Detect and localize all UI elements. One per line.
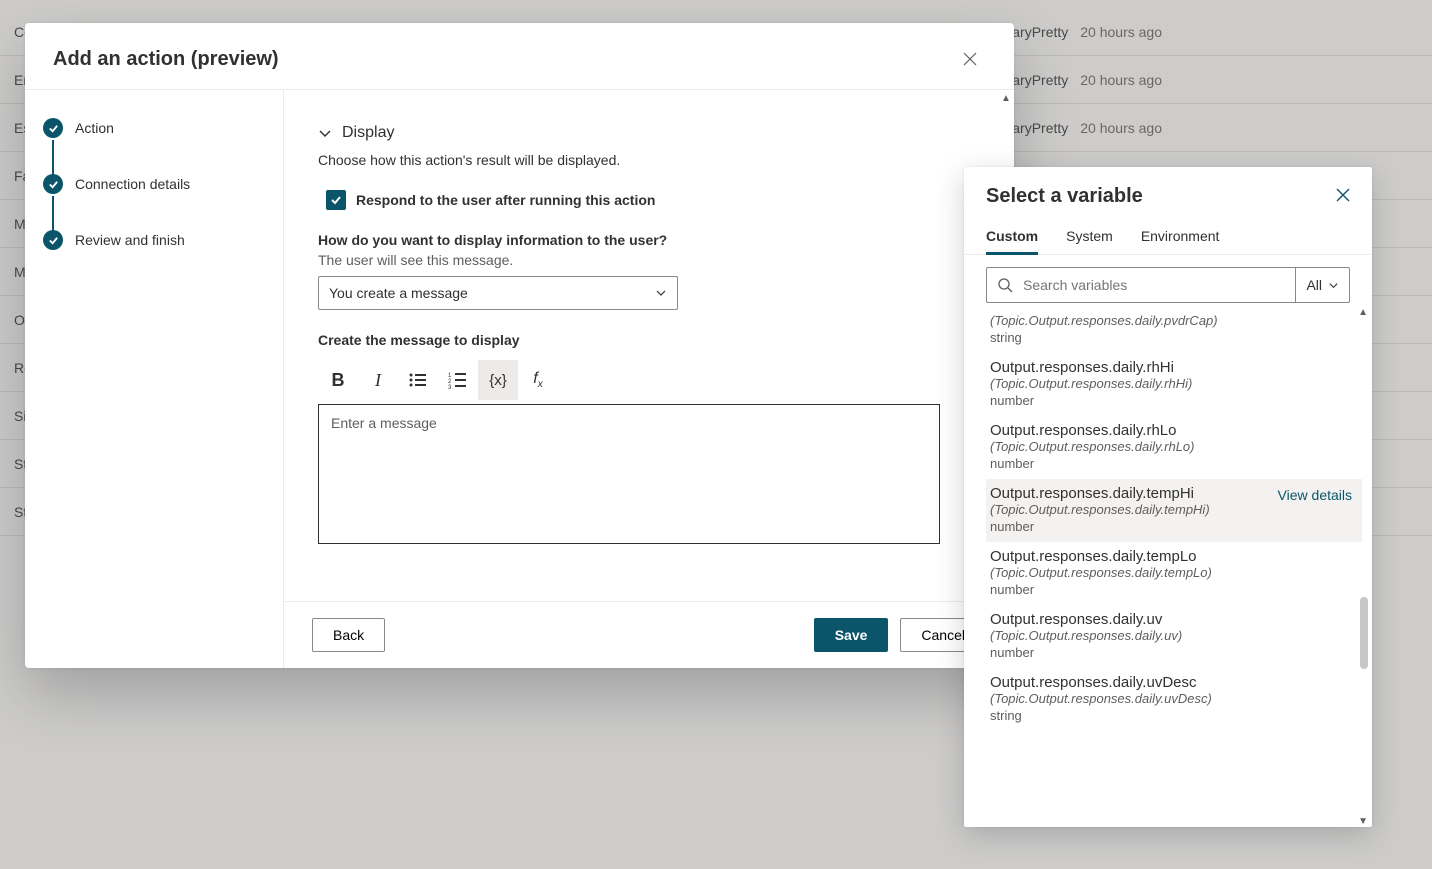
display-subtext: The user will see this message. bbox=[318, 252, 980, 268]
step-label: Review and finish bbox=[75, 232, 185, 248]
variable-name: Output.responses.daily.uvDesc bbox=[990, 674, 1358, 691]
variable-name: Output.responses.daily.tempHi bbox=[990, 485, 1278, 502]
variable-path: (Topic.Output.responses.daily.pvdrCap) bbox=[990, 313, 1358, 328]
variable-name: Output.responses.daily.tempLo bbox=[990, 548, 1358, 565]
svg-text:3: 3 bbox=[448, 385, 452, 390]
chevron-down-icon bbox=[655, 287, 667, 299]
back-button[interactable]: Back bbox=[312, 618, 385, 652]
view-details-link[interactable]: View details bbox=[1278, 485, 1358, 503]
add-action-modal: Add an action (preview) Action Connection… bbox=[25, 23, 1014, 668]
variable-type: string bbox=[990, 708, 1358, 723]
variable-name: Output.responses.daily.rhHi bbox=[990, 359, 1358, 376]
variable-search-row: All bbox=[964, 255, 1372, 303]
variable-path: (Topic.Output.responses.daily.rhHi) bbox=[990, 376, 1358, 391]
editor-placeholder: Enter a message bbox=[331, 415, 437, 431]
variable-panel-close[interactable] bbox=[1336, 188, 1350, 205]
variable-type: number bbox=[990, 582, 1358, 597]
variable-filter-label: All bbox=[1306, 277, 1322, 293]
variable-type: number bbox=[990, 645, 1358, 660]
formula-button[interactable]: fx bbox=[518, 360, 558, 400]
respond-checkbox[interactable] bbox=[326, 190, 346, 210]
step-complete-icon bbox=[43, 230, 63, 250]
variable-item[interactable]: Output.responses.daily.rhLo(Topic.Output… bbox=[986, 416, 1362, 479]
numbered-list-button[interactable]: 123 bbox=[438, 360, 478, 400]
variable-type: number bbox=[990, 456, 1358, 471]
variable-path: (Topic.Output.responses.daily.uvDesc) bbox=[990, 691, 1358, 706]
chevron-down-icon bbox=[1328, 280, 1339, 291]
message-editor[interactable]: Enter a message bbox=[318, 404, 940, 544]
step-complete-icon bbox=[43, 118, 63, 138]
variable-path: (Topic.Output.responses.daily.uv) bbox=[990, 628, 1358, 643]
close-icon bbox=[1336, 188, 1350, 202]
modal-body: Action Connection details Review and finis… bbox=[25, 90, 1014, 668]
chevron-down-icon bbox=[318, 126, 332, 140]
close-icon bbox=[963, 52, 977, 66]
variable-panel-header: Select a variable bbox=[964, 167, 1372, 216]
save-button[interactable]: Save bbox=[814, 618, 889, 652]
scrollbar-thumb[interactable] bbox=[1360, 597, 1368, 669]
scroll-down-arrow[interactable]: ▼ bbox=[1358, 816, 1368, 827]
step-label: Connection details bbox=[75, 176, 190, 192]
modal-title: Add an action (preview) bbox=[53, 48, 279, 71]
select-value: You create a message bbox=[329, 285, 468, 301]
editor-toolbar: B I 123 {x} fx bbox=[318, 360, 980, 400]
bold-button[interactable]: B bbox=[318, 360, 358, 400]
bullet-list-button[interactable] bbox=[398, 360, 438, 400]
scroll-up-arrow[interactable]: ▲ bbox=[1358, 307, 1368, 318]
variable-item[interactable]: Output.responses.daily.tempLo(Topic.Outp… bbox=[986, 542, 1362, 605]
wizard-step[interactable]: Review and finish bbox=[43, 230, 265, 250]
variable-search-input[interactable] bbox=[1021, 276, 1285, 294]
variable-name: Output.responses.daily.uv bbox=[990, 611, 1358, 628]
checkmark-icon bbox=[330, 194, 342, 206]
italic-button[interactable]: I bbox=[358, 360, 398, 400]
bullet-list-icon bbox=[408, 370, 428, 390]
variable-item[interactable]: (Topic.Output.responses.daily.pvdrCap) st… bbox=[986, 307, 1362, 353]
create-message-label: Create the message to display bbox=[318, 332, 980, 348]
scroll-up-arrow[interactable]: ▲ bbox=[998, 90, 1014, 106]
display-question: How do you want to display information t… bbox=[318, 232, 980, 248]
step-label: Action bbox=[75, 120, 114, 136]
content-area: ▲ Display Choose how this action's resul… bbox=[284, 90, 1014, 668]
respond-checkbox-label: Respond to the user after running this a… bbox=[356, 192, 655, 208]
display-mode-select[interactable]: You create a message bbox=[318, 276, 678, 310]
variable-tabs: Custom System Environment bbox=[964, 216, 1372, 255]
numbered-list-icon: 123 bbox=[448, 370, 468, 390]
variable-type: string bbox=[990, 330, 1358, 345]
variable-item[interactable]: Output.responses.daily.uvDesc(Topic.Outp… bbox=[986, 668, 1362, 731]
step-complete-icon bbox=[43, 174, 63, 194]
wizard-step[interactable]: Action bbox=[43, 118, 265, 138]
variable-item[interactable]: Output.responses.daily.rhHi(Topic.Output… bbox=[986, 353, 1362, 416]
display-section-title: Display bbox=[342, 124, 394, 142]
close-button[interactable] bbox=[954, 43, 986, 75]
variable-panel-title: Select a variable bbox=[986, 185, 1143, 208]
respond-checkbox-row[interactable]: Respond to the user after running this a… bbox=[318, 184, 980, 216]
content-scroll: Display Choose how this action's result … bbox=[284, 90, 1014, 601]
modal-footer: Back Save Cancel bbox=[284, 601, 1014, 668]
variable-tab-environment[interactable]: Environment bbox=[1141, 216, 1220, 254]
wizard-sidebar: Action Connection details Review and finis… bbox=[25, 90, 284, 668]
display-section-desc: Choose how this action's result will be … bbox=[318, 152, 980, 168]
variable-item[interactable]: Output.responses.daily.tempHi(Topic.Outp… bbox=[986, 479, 1362, 542]
variable-panel: Select a variable Custom System Environmen… bbox=[964, 167, 1372, 827]
variable-type: number bbox=[990, 519, 1278, 534]
modal-header: Add an action (preview) bbox=[25, 23, 1014, 90]
variable-path: (Topic.Output.responses.daily.tempHi) bbox=[990, 502, 1278, 517]
variable-tab-custom[interactable]: Custom bbox=[986, 216, 1038, 254]
insert-variable-button[interactable]: {x} bbox=[478, 360, 518, 400]
variable-filter-dropdown[interactable]: All bbox=[1295, 267, 1350, 303]
variable-list: ▲ (Topic.Output.responses.daily.pvdrCap)… bbox=[964, 307, 1372, 827]
variable-search[interactable] bbox=[986, 267, 1295, 303]
variable-name: Output.responses.daily.rhLo bbox=[990, 422, 1358, 439]
display-section-toggle[interactable]: Display bbox=[318, 124, 980, 142]
search-icon bbox=[997, 277, 1013, 293]
variable-item[interactable]: Output.responses.daily.uv(Topic.Output.r… bbox=[986, 605, 1362, 668]
variable-type: number bbox=[990, 393, 1358, 408]
variable-path: (Topic.Output.responses.daily.tempLo) bbox=[990, 565, 1358, 580]
wizard-step[interactable]: Connection details bbox=[43, 174, 265, 194]
variable-tab-system[interactable]: System bbox=[1066, 216, 1113, 254]
variable-path: (Topic.Output.responses.daily.rhLo) bbox=[990, 439, 1358, 454]
